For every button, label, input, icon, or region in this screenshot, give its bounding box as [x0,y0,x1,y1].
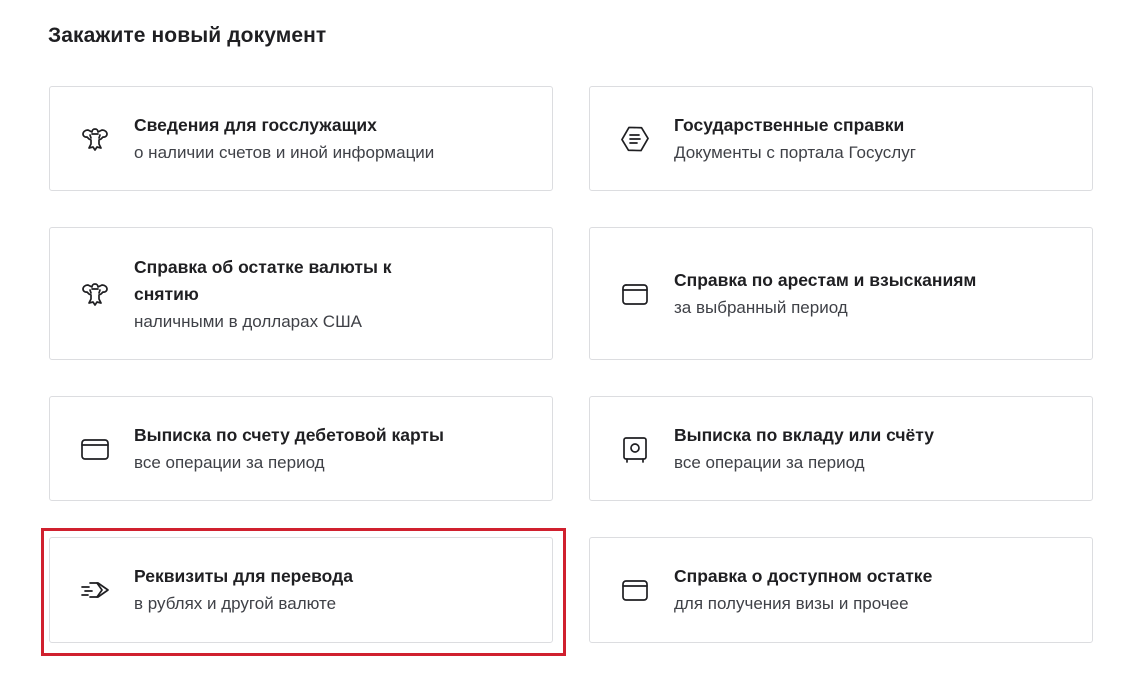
doc-card-transfer-details[interactable]: Реквизиты для перевода в рублях и другой… [49,537,553,643]
card-subtitle: все операции за период [674,452,865,472]
card-subtitle: все операции за период [134,452,325,472]
transfer-arrow-icon [76,571,114,609]
card-subtitle: наличными в долларах США [134,312,363,331]
doc-card-debit-statement[interactable]: Выписка по счету дебетовой карты все опе… [49,396,553,501]
emblem-icon [76,120,114,158]
doc-card-available-balance[interactable]: Справка о доступном остатке для получени… [589,537,1093,643]
card-icon [76,430,114,468]
safe-icon [616,430,654,468]
card-title: Справка об остатке валюты к снятию [134,257,392,304]
doc-card-civil-servants[interactable]: Сведения для госслужащих о наличии счето… [49,86,553,191]
doc-card-deposit-statement[interactable]: Выписка по вкладу или счёту все операции… [589,396,1093,501]
doc-card-arrests[interactable]: Справка по арестам и взысканиям за выбра… [589,227,1093,360]
card-title: Справка о доступном остатке [674,566,933,586]
card-subtitle: Документы с портала Госуслуг [674,142,916,162]
wallet-icon [616,275,654,313]
card-subtitle: в рублях и другой валюте [134,594,337,613]
card-title: Реквизиты для перевода [134,566,353,586]
doc-card-state-certificates[interactable]: Государственные справки Документы с порт… [589,86,1093,191]
card-title: Выписка по вкладу или счёту [674,424,935,445]
page-title: Закажите новый документ [48,24,327,47]
card-subtitle: за выбранный период [674,297,848,317]
doc-card-currency-balance[interactable]: Справка об остатке валюты к снятию налич… [49,227,553,360]
gosuslugi-icon [616,120,654,158]
card-title: Выписка по счету дебетовой карты [134,424,444,445]
card-title: Справка по арестам и взысканиям [674,269,977,290]
card-subtitle: для получения визы и прочее [674,594,909,613]
card-title: Сведения для госслужащих [134,114,377,135]
wallet-icon [616,571,654,609]
emblem-icon [76,275,114,313]
card-title: Государственные справки [674,114,905,135]
card-subtitle: о наличии счетов и иной информации [134,142,435,162]
